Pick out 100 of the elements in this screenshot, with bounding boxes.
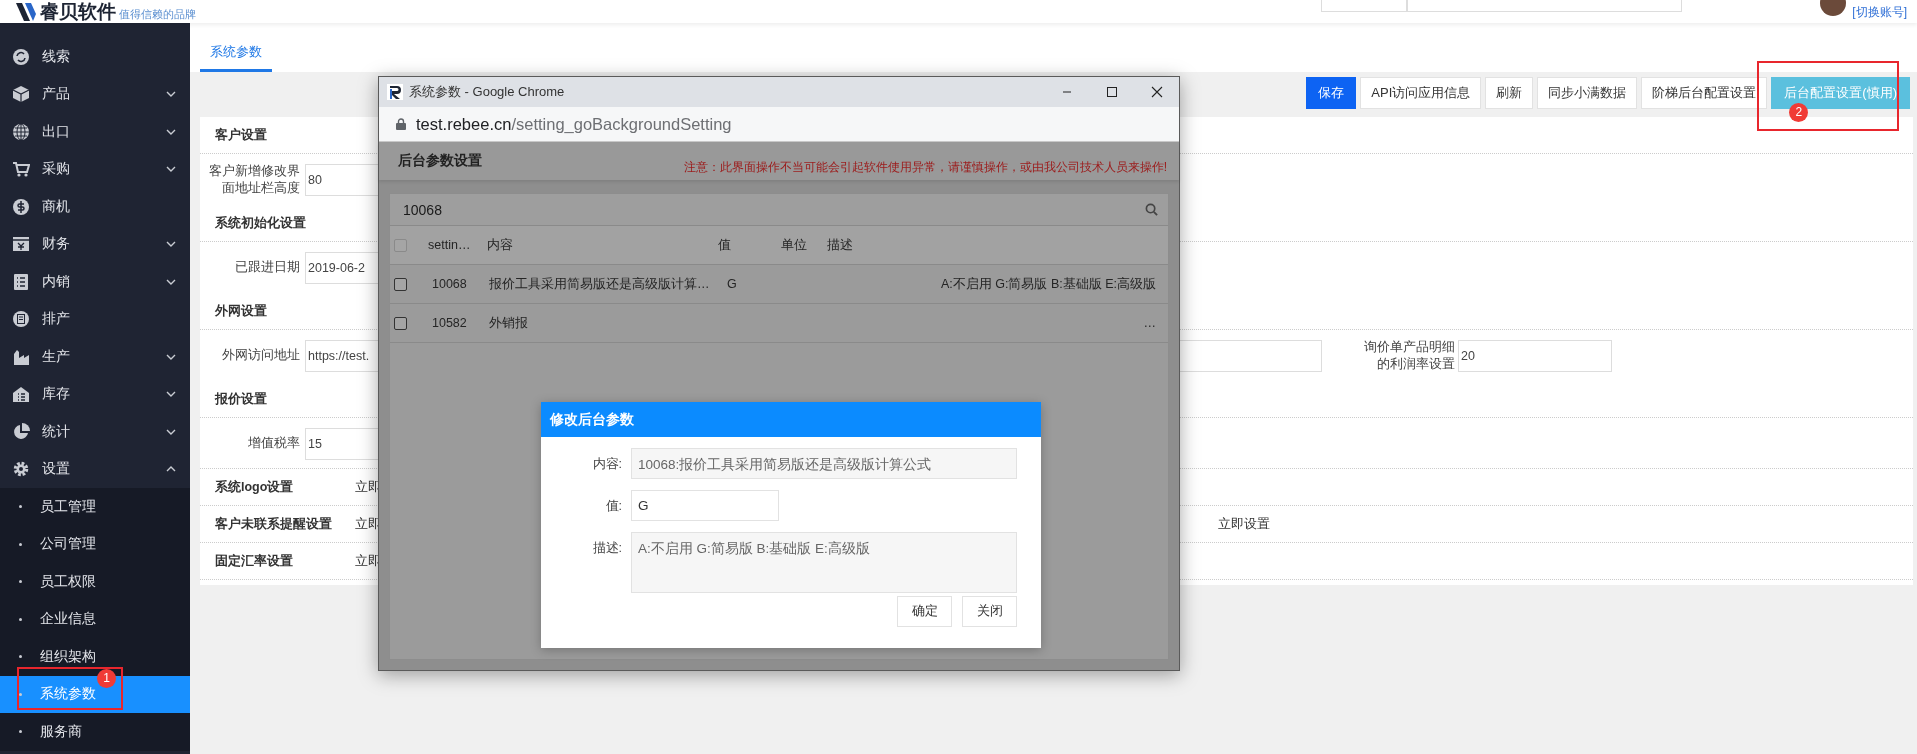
checkbox[interactable] <box>394 238 407 252</box>
table-cell: 外销报 <box>489 315 528 330</box>
logo-icon <box>14 0 38 23</box>
column-header: 描述 <box>827 226 1168 265</box>
row-title: 客户未联系提醒设置 <box>214 515 333 533</box>
bullet-icon <box>19 655 22 659</box>
sidebar-item[interactable]: 员工权限 <box>0 563 190 601</box>
search-icon <box>1145 203 1158 216</box>
sidebar-item[interactable]: 产品 <box>0 75 190 113</box>
sidebar-item[interactable]: 服务商 <box>0 713 190 751</box>
clipboard-icon <box>12 310 30 329</box>
maximize-icon <box>1105 86 1118 98</box>
bullet-icon <box>19 730 22 734</box>
field-label: 外网访问地址 <box>221 347 300 364</box>
chevron-icon <box>166 391 176 398</box>
toolbar-button[interactable]: 保存 <box>1306 77 1357 109</box>
bullet-icon <box>19 692 22 696</box>
sidebar-item[interactable]: 商机 <box>0 188 190 226</box>
column-header: 内容 <box>487 226 718 265</box>
cash-box-icon <box>12 235 30 254</box>
pie-chart-icon <box>12 422 30 441</box>
table-cell: A:不启用 G:简易版 B:基础版 E:高级版 <box>940 276 1156 291</box>
logo-tagline: 值得信赖的品牌 <box>119 8 196 22</box>
toolbar-button[interactable]: 同步小满数据 <box>1537 77 1638 109</box>
field-label: 描述: <box>591 540 622 557</box>
coin-icon <box>12 197 30 216</box>
bullet-icon <box>19 505 22 509</box>
chevron-icon <box>166 166 176 173</box>
sidebar-item[interactable]: 出口 <box>0 113 190 151</box>
lock-icon <box>396 118 406 130</box>
building-icon <box>12 385 30 404</box>
app-icon <box>387 84 403 100</box>
sidebar-item[interactable]: 财务 <box>0 225 190 263</box>
refresh-icon <box>12 47 30 66</box>
dialog-header: 修改后台参数 <box>541 402 1041 437</box>
account-link[interactable]: [切换账号] <box>1852 4 1907 21</box>
chevron-icon <box>166 278 176 285</box>
bullet-icon <box>19 617 22 621</box>
field-label: 已跟进日期 <box>234 259 300 276</box>
field-label: 内容: <box>591 456 622 473</box>
chevron-icon <box>166 466 176 473</box>
row-title: 固定汇率设置 <box>214 552 294 570</box>
sidebar-item[interactable]: 内销 <box>0 263 190 301</box>
toolbar-button[interactable]: 刷新 <box>1485 77 1534 109</box>
table-cell: 10068 <box>432 277 467 291</box>
field-label: 增值税率 <box>247 435 300 452</box>
chevron-icon <box>166 241 176 248</box>
sidebar-item[interactable]: 统计 <box>0 413 190 451</box>
input-field[interactable]: G <box>631 490 779 521</box>
list-icon <box>12 272 30 291</box>
sidebar-item[interactable]: 库存 <box>0 375 190 413</box>
close-icon <box>1150 86 1163 98</box>
toolbar-button[interactable]: 阶梯后台配置设置 <box>1641 77 1768 109</box>
table-cell: … <box>1143 316 1156 330</box>
sidebar-item[interactable]: 生产 <box>0 338 190 376</box>
field-label: 询价单产品明细的利润率设置 <box>1363 338 1455 373</box>
logo-text: 睿贝软件 <box>40 0 116 23</box>
checkbox[interactable] <box>394 316 407 330</box>
factory-icon <box>12 347 30 366</box>
table-cell: G <box>727 277 737 291</box>
dialog-button[interactable]: 关闭 <box>962 596 1017 627</box>
header-field[interactable] <box>1321 0 1408 12</box>
toolbar-button[interactable]: API访问应用信息 <box>1360 77 1482 109</box>
chevron-icon <box>166 353 176 360</box>
cart-icon <box>12 160 30 179</box>
header-field[interactable] <box>1407 0 1683 12</box>
sidebar-item[interactable]: 设置 <box>0 450 190 488</box>
table-cell: 10582 <box>432 316 467 330</box>
bullet-icon <box>19 580 22 584</box>
tab[interactable]: 系统参数 <box>200 34 272 72</box>
sidebar-item[interactable]: 员工管理 <box>0 488 190 526</box>
sidebar-item[interactable]: 公司管理 <box>0 525 190 563</box>
window-title: 系统参数 - Google Chrome <box>409 83 566 101</box>
field-label: 值: <box>604 498 622 515</box>
chevron-icon <box>166 91 176 98</box>
dialog-button[interactable]: 确定 <box>897 596 952 627</box>
warning-text: 注意：此界面操作不当可能会引起软件使用异常，请谨慎操作，或由我公司技术人员来操作! <box>683 159 1167 176</box>
sidebar-item[interactable]: 线索 <box>0 38 190 76</box>
column-header: 值 <box>718 226 781 265</box>
column-header: 单位 <box>781 226 827 265</box>
column-header: settin… <box>421 226 487 265</box>
setting-link[interactable]: 立即设置 <box>1218 515 1270 533</box>
chevron-icon <box>166 128 176 135</box>
row-title: 系统logo设置 <box>214 478 295 496</box>
input-field: 10068:报价工具采用简易版还是高级版计算公式 <box>631 448 1017 479</box>
sidebar-item[interactable]: 排产 <box>0 300 190 338</box>
input-field[interactable]: 20 <box>1458 339 1612 372</box>
panel-title: 后台参数设置 <box>398 152 482 170</box>
globe-icon <box>12 122 30 141</box>
sidebar-item[interactable]: 企业信息 <box>0 600 190 638</box>
url-text: test.rebee.cn/setting_goBackgroundSetting <box>416 114 732 134</box>
checkbox[interactable] <box>394 277 407 291</box>
bullet-icon <box>19 542 22 546</box>
chevron-icon <box>166 428 176 435</box>
settings-icon <box>12 460 30 479</box>
sidebar-item[interactable]: 采购 <box>0 150 190 188</box>
table-cell: 报价工具采用简易版还是高级版计算… <box>489 276 710 291</box>
field-label: 客户新增修改界面地址栏高度 <box>208 162 300 197</box>
text-area[interactable]: A:不启用 G:简易版 B:基础版 E:高级版 <box>631 532 1017 593</box>
cube-icon <box>12 85 30 104</box>
